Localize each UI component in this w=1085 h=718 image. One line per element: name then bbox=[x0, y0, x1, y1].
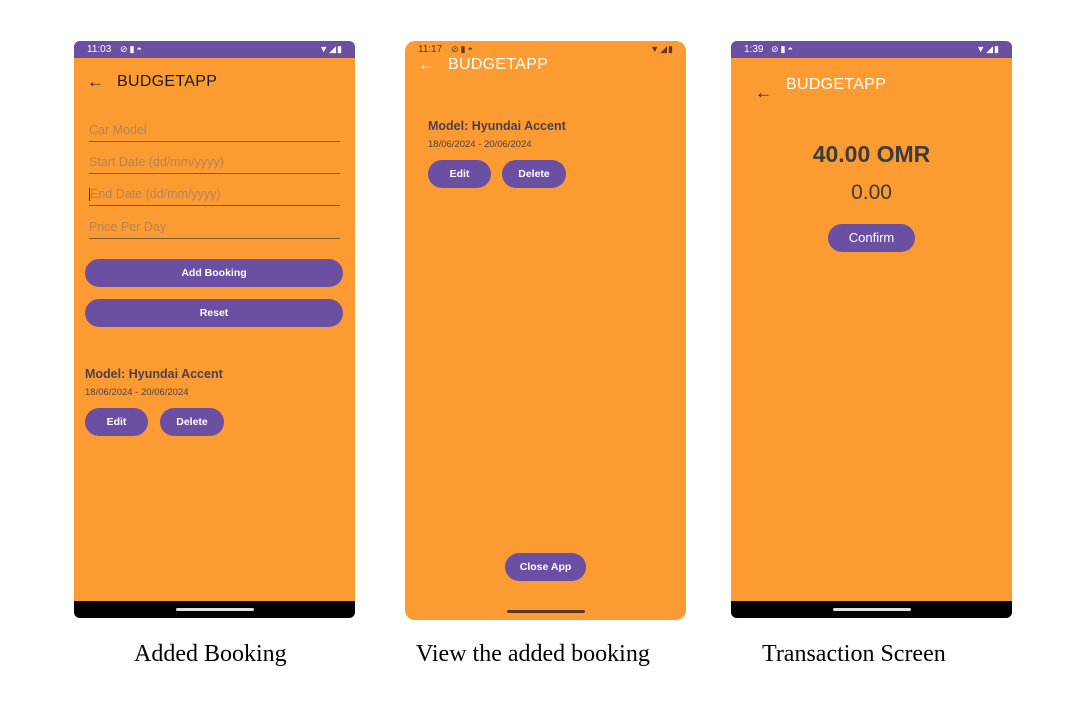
status-bar: 11:03 ⊘▮◓ ▼◢▮ bbox=[74, 41, 355, 58]
booking-model: Model: Hyundai Accent bbox=[85, 367, 223, 381]
navigation-bar bbox=[74, 601, 355, 618]
car-model-field[interactable]: Car Model bbox=[89, 121, 340, 142]
caption-transaction-screen: Transaction Screen bbox=[762, 641, 946, 667]
sim-icon: ▮ bbox=[460, 44, 468, 54]
phone-screen-transaction: 1:39 ⊘▮◓ ▼◢▮ ← BUDGETAPP 40.00 OMR 0.00 … bbox=[731, 41, 1012, 618]
end-date-field[interactable]: End Date (dd/mm/yyyy) bbox=[89, 185, 340, 206]
home-handle[interactable] bbox=[832, 608, 911, 611]
phone-screen-view-booking: 11:17 ⊘▮◓ ▼◢▮ ← BUDGETAPP Model: Hyundai… bbox=[405, 41, 686, 620]
edit-button[interactable]: Edit bbox=[85, 408, 148, 436]
back-arrow-icon[interactable]: ← bbox=[87, 73, 104, 90]
total-amount: 40.00 OMR bbox=[812, 141, 931, 167]
end-date-placeholder: End Date (dd/mm/yyyy) bbox=[90, 187, 221, 201]
booking-model: Model: Hyundai Accent bbox=[428, 119, 566, 133]
delete-button[interactable]: Delete bbox=[502, 160, 566, 188]
booking-dates: 18/06/2024 - 20/06/2024 bbox=[85, 387, 189, 398]
secondary-amount: 0.00 bbox=[851, 181, 892, 204]
reset-button[interactable]: Reset bbox=[85, 299, 343, 327]
vpn-icon: ⊘ bbox=[771, 44, 781, 54]
sync-icon: ◓ bbox=[787, 44, 795, 54]
caption-added-booking: Added Booking bbox=[134, 641, 287, 667]
app-title: BUDGETAPP bbox=[786, 76, 887, 93]
sync-icon: ◓ bbox=[467, 44, 475, 54]
app-title: BUDGETAPP bbox=[117, 73, 218, 90]
navigation-bar bbox=[405, 603, 686, 620]
close-app-button[interactable]: Close App bbox=[505, 553, 586, 581]
edit-button[interactable]: Edit bbox=[428, 160, 491, 188]
sim-icon: ▮ bbox=[780, 44, 788, 54]
vpn-icon: ⊘ bbox=[451, 44, 461, 54]
status-bar: 1:39 ⊘▮◓ ▼◢▮ bbox=[731, 41, 1012, 58]
battery-icon: ▮ bbox=[994, 44, 1000, 54]
wifi-icon: ▼ bbox=[319, 44, 330, 54]
signal-icon: ◢ bbox=[660, 44, 669, 54]
signal-icon: ◢ bbox=[986, 44, 995, 54]
navigation-bar bbox=[731, 601, 1012, 618]
wifi-icon: ▼ bbox=[976, 44, 987, 54]
booking-dates: 18/06/2024 - 20/06/2024 bbox=[428, 139, 532, 150]
home-handle[interactable] bbox=[506, 610, 585, 613]
home-handle[interactable] bbox=[175, 608, 254, 611]
app-title: BUDGETAPP bbox=[448, 56, 549, 73]
price-per-day-field[interactable]: Price Per Day bbox=[89, 218, 340, 239]
caption-view-booking: View the added booking bbox=[416, 641, 650, 667]
battery-icon: ▮ bbox=[668, 44, 674, 54]
sim-icon: ▮ bbox=[129, 44, 137, 54]
battery-icon: ▮ bbox=[337, 44, 343, 54]
status-time: 1:39 bbox=[744, 44, 764, 55]
phone-screen-added-booking: 11:03 ⊘▮◓ ▼◢▮ ← BUDGETAPP Car Model Star… bbox=[74, 41, 355, 618]
back-arrow-icon[interactable]: ← bbox=[755, 84, 772, 101]
back-arrow-icon[interactable]: ← bbox=[418, 56, 435, 73]
start-date-field[interactable]: Start Date (dd/mm/yyyy) bbox=[89, 153, 340, 174]
wifi-icon: ▼ bbox=[650, 44, 661, 54]
signal-icon: ◢ bbox=[329, 44, 338, 54]
confirm-button[interactable]: Confirm bbox=[828, 224, 915, 252]
status-time: 11:03 bbox=[87, 44, 112, 55]
delete-button[interactable]: Delete bbox=[160, 408, 224, 436]
add-booking-button[interactable]: Add Booking bbox=[85, 259, 343, 287]
vpn-icon: ⊘ bbox=[120, 44, 130, 54]
sync-icon: ◓ bbox=[136, 44, 144, 54]
